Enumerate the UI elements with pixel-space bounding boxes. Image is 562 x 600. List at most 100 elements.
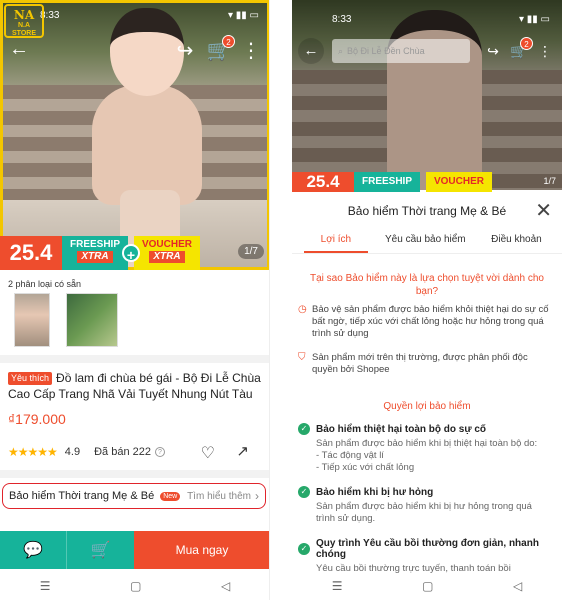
info-icon[interactable]: ? bbox=[154, 447, 165, 457]
back-icon[interactable]: ◁ bbox=[221, 579, 230, 593]
variant-image bbox=[15, 294, 49, 346]
benefit-bullet: - Tác động vật lí bbox=[316, 450, 384, 461]
image-counter: 1/7 bbox=[543, 176, 556, 186]
insurance-row[interactable]: Bảo hiểm Thời trang Mẹ & Bé New Tìm hiểu… bbox=[2, 483, 266, 509]
status-bar: 8:33 ▾ ▮▮ ▭ bbox=[332, 14, 550, 25]
rating-value: 4.9 bbox=[64, 446, 81, 458]
benefit-item: ✓ Bảo hiểm khi bị hư hỏng Sản phẩm được b… bbox=[298, 486, 550, 525]
insurance-screen: 8:33 ▾ ▮▮ ▭ ← ⌕ Bộ Đi Lễ Đền Chùa ↪ 🛒 2 ⋮… bbox=[292, 0, 562, 600]
system-nav-bar: ☰ ▢ ◁ bbox=[292, 572, 562, 600]
benefit-bullet: - Tiếp xúc với chất lỏng bbox=[316, 462, 415, 473]
freeship-badge: FREESHIP bbox=[354, 172, 420, 192]
status-time: 8:33 bbox=[332, 14, 352, 25]
section-divider bbox=[0, 355, 269, 363]
tab-benefits[interactable]: Lợi ích bbox=[304, 228, 368, 253]
variant-thumbnail[interactable] bbox=[14, 293, 50, 347]
voucher-badge: VOUCHER bbox=[426, 172, 492, 192]
more-vertical-icon[interactable]: ⋮ bbox=[534, 40, 556, 62]
home-icon[interactable]: ▢ bbox=[130, 579, 141, 593]
image-counter: 1/7 bbox=[238, 244, 264, 259]
promo-banner: 25.4 FREESHIP VOUCHER 1/7 bbox=[292, 172, 562, 192]
heart-icon[interactable]: ♡ bbox=[201, 443, 215, 463]
benefit-heading: ✓ Quy trình Yêu cầu bồi thường đơn giản, … bbox=[298, 538, 550, 560]
benefit-heading-text: Bảo hiểm thiệt hại toàn bộ do sự cố bbox=[316, 423, 487, 435]
buy-now-button[interactable]: Mua ngay bbox=[134, 531, 269, 569]
product-screen: 8:33 ▾ ▮▮ ▭ NA N.A STORE ← ↪ 🛒 2 ⋮ 25.4 … bbox=[0, 0, 270, 600]
variants-label: 2 phân loại có sẵn bbox=[8, 279, 82, 289]
overlay-shade bbox=[292, 0, 562, 190]
benefit-body-text: Sản phẩm được bảo hiểm khi bị hư hỏng tr… bbox=[316, 501, 532, 524]
insurance-label: Bảo hiểm Thời trang Mẹ & Bé bbox=[9, 490, 155, 502]
favorite-tag: Yêu thích bbox=[8, 372, 53, 385]
benefit-heading: ✓ Bảo hiểm thiệt hại toàn bộ do sự cố bbox=[298, 423, 550, 435]
section-divider bbox=[0, 470, 269, 478]
add-to-cart-button[interactable]: 🛒 bbox=[67, 531, 134, 569]
feature-bullet: ⛉ Sản phẩm mới trên thị trường, được phâ… bbox=[298, 352, 550, 376]
check-icon: ✓ bbox=[298, 486, 310, 498]
search-placeholder: Bộ Đi Lễ Đền Chùa bbox=[347, 46, 425, 56]
benefit-heading-text: Bảo hiểm khi bị hư hỏng bbox=[316, 486, 434, 498]
top-bar: ← ⌕ Bộ Đi Lễ Đền Chùa ↪ 🛒 2 ⋮ bbox=[298, 37, 556, 64]
freeship-badge: FREESHIP XTRA bbox=[62, 236, 128, 270]
check-icon: ✓ bbox=[298, 543, 310, 555]
benefit-heading: ✓ Bảo hiểm khi bị hư hỏng bbox=[298, 486, 550, 498]
cart-icon[interactable]: 🛒 2 bbox=[206, 35, 235, 64]
menu-icon[interactable]: ☰ bbox=[332, 579, 343, 593]
freeship-xtra: XTRA bbox=[77, 251, 113, 263]
menu-icon[interactable]: ☰ bbox=[40, 579, 51, 593]
new-badge: New bbox=[160, 491, 181, 501]
benefit-body-text: Sản phẩm được bảo hiểm khi bị thiệt hại … bbox=[316, 438, 538, 449]
cart-icon[interactable]: 🛒 2 bbox=[508, 37, 533, 62]
benefit-heading-text: Quy trình Yêu cầu bồi thường đơn giản, n… bbox=[316, 538, 539, 560]
plus-icon: + bbox=[122, 244, 140, 263]
share-arrow-icon[interactable]: ↪ bbox=[482, 40, 504, 62]
rating-row: ★★★★★ 4.9 Đã bán 222 ? ♡ ↗ bbox=[8, 442, 263, 463]
tab-claims[interactable]: Yêu cầu bảo hiểm bbox=[380, 228, 471, 253]
shield-icon: ⛉ bbox=[298, 352, 306, 363]
chat-icon: 💬 bbox=[23, 542, 43, 559]
benefit-body: Sản phẩm được bảo hiểm khi bị thiệt hại … bbox=[316, 438, 550, 474]
status-icons: ▾ ▮▮ ▭ bbox=[227, 10, 259, 21]
learn-more-link[interactable]: Tìm hiểu thêm bbox=[187, 491, 251, 502]
voucher-badge: VOUCHER XTRA bbox=[134, 236, 200, 270]
cart-count-badge: 2 bbox=[520, 37, 533, 50]
share-icon[interactable]: ↗ bbox=[236, 442, 249, 460]
freeship-label: FREESHIP bbox=[69, 239, 120, 250]
benefits-title: Quyền lợi bảo hiểm bbox=[383, 401, 471, 412]
product-title: Yêu thích Đồ lam đi chùa bé gái - Bộ Đi L… bbox=[8, 370, 263, 402]
benefit-item: ✓ Bảo hiểm thiệt hại toàn bộ do sự cố Sản… bbox=[298, 423, 550, 474]
more-vertical-icon[interactable]: ⋮ bbox=[238, 38, 264, 64]
home-icon[interactable]: ▢ bbox=[422, 579, 433, 593]
search-input[interactable]: ⌕ Bộ Đi Lễ Đền Chùa bbox=[332, 39, 470, 63]
back-arrow-icon[interactable]: ← bbox=[298, 38, 324, 64]
insurance-sheet: Bảo hiểm Thời trang Mẹ & Bé ✕ Lợi ích Yê… bbox=[292, 192, 562, 574]
promo-number: 25.4 bbox=[0, 236, 62, 270]
chat-button[interactable]: 💬 bbox=[0, 531, 67, 569]
voucher-label: VOUCHER bbox=[141, 239, 192, 250]
close-icon[interactable]: ✕ bbox=[535, 198, 552, 223]
product-price: ₫179.000 bbox=[8, 411, 66, 427]
promo-banner: 25.4 FREESHIP XTRA + VOUCHER XTRA 1/7 bbox=[0, 236, 269, 270]
back-icon[interactable]: ◁ bbox=[513, 579, 522, 593]
status-icons: ▾ ▮▮ ▭ bbox=[518, 14, 550, 25]
back-arrow-icon[interactable]: ← bbox=[6, 36, 32, 62]
variant-thumbnail[interactable] bbox=[66, 293, 118, 347]
chevron-right-icon: › bbox=[255, 489, 259, 503]
sold-count: Đã bán 222 bbox=[94, 446, 151, 458]
store-logo-mark: NA bbox=[13, 8, 35, 22]
status-bar: 8:33 ▾ ▮▮ ▭ bbox=[40, 10, 259, 24]
clock-icon: ◷ bbox=[298, 304, 307, 315]
system-nav-bar: ☰ ▢ ◁ bbox=[0, 572, 269, 600]
search-icon: ⌕ bbox=[338, 45, 344, 56]
tab-bar: Lợi ích Yêu cầu bảo hiểm Điều khoản bbox=[292, 228, 562, 254]
voucher-xtra: XTRA bbox=[149, 251, 185, 263]
feature-text: Sản phẩm mới trên thị trường, được phân … bbox=[312, 352, 528, 375]
tab-terms[interactable]: Điều khoản bbox=[471, 228, 562, 253]
image-child-body bbox=[92, 85, 202, 205]
share-arrow-icon[interactable]: ↪ bbox=[172, 38, 198, 64]
cart-count-badge: 2 bbox=[222, 35, 235, 48]
why-title: Tại sao Bảo hiểm này là lựa chọn tuyệt v… bbox=[310, 273, 544, 297]
feature-text: Bảo vệ sản phẩm được bảo hiểm khỏi thiệt… bbox=[312, 304, 549, 339]
rating-stars-icon: ★★★★★ bbox=[8, 445, 58, 459]
add-cart-icon: 🛒 bbox=[90, 542, 111, 559]
